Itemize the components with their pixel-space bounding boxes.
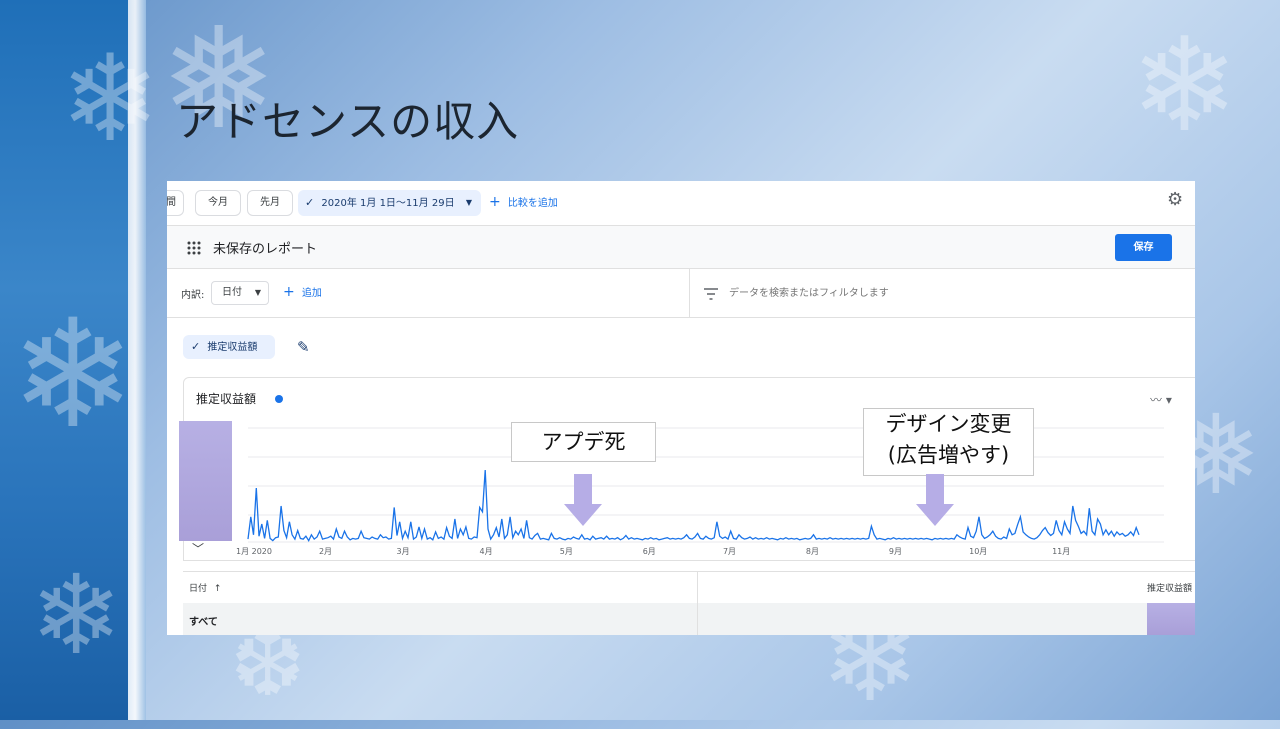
add-compare-button[interactable]: + 比較を追加 bbox=[489, 190, 558, 214]
chart-card: 推定収益額 〰 ▾ 1月 2020 2月 3月 4月 5月 6月 7月 8月 9月 10月 11月 … bbox=[183, 377, 1195, 561]
check-icon: ✓ bbox=[191, 340, 201, 353]
redaction-block-axis bbox=[179, 421, 232, 541]
caret-down-icon: ▼ bbox=[465, 198, 472, 207]
adsense-report-screenshot: 間 今月 先月 ✓ 2020年 1月 1日～11月 29日 ▼ + 比較を追加 … bbox=[167, 181, 1195, 635]
last-month-chip[interactable]: 先月 bbox=[247, 190, 293, 216]
annotation-update-penalty: アプデ死 bbox=[511, 422, 656, 462]
x-tick-label: 4月 bbox=[479, 547, 492, 556]
toolbar-divider bbox=[689, 269, 690, 317]
annotation-design-change: デザイン変更 (広告増やす) bbox=[863, 408, 1034, 476]
table-total-row: すべて bbox=[183, 603, 1195, 635]
x-tick-label: 5月 bbox=[560, 547, 573, 556]
earnings-series-line bbox=[247, 469, 1140, 542]
snowflake-decoration: ❄ bbox=[60, 30, 161, 169]
report-name: 未保存のレポート bbox=[213, 242, 318, 257]
sort-up-arrow-icon: ↑ bbox=[213, 584, 222, 594]
earnings-line-chart: 1月 2020 2月 3月 4月 5月 6月 7月 8月 9月 10月 11月 bbox=[236, 427, 1164, 556]
total-label: すべて bbox=[189, 617, 218, 628]
metric-chip-estimated-earnings[interactable]: ✓ 推定収益額 bbox=[183, 335, 275, 359]
metric-column-header[interactable]: 推定収益額 bbox=[1147, 581, 1192, 594]
snowflake-decoration: ❄ bbox=[10, 288, 136, 462]
down-arrow-icon bbox=[564, 474, 602, 530]
date-column-header[interactable]: 日付 ↑ bbox=[189, 581, 221, 594]
add-dimension-label: 追加 bbox=[301, 288, 322, 299]
x-tick-label: 9月 bbox=[889, 547, 902, 556]
x-tick-label: 2月 bbox=[319, 547, 332, 556]
add-compare-label: 比較を追加 bbox=[507, 198, 558, 209]
down-arrow-icon bbox=[916, 474, 954, 530]
date-header-label: 日付 bbox=[189, 584, 208, 594]
breakdown-bar: 内訳: 日付 ▼ + 追加 bbox=[167, 269, 1195, 318]
slide-title: アドセンスの収入 bbox=[176, 97, 520, 146]
check-icon: ✓ bbox=[305, 196, 315, 209]
redaction-block-total bbox=[1147, 603, 1195, 635]
filter-search-input[interactable] bbox=[727, 281, 1151, 305]
dimension-value: 日付 bbox=[222, 287, 242, 298]
add-dimension-button[interactable]: + 追加 bbox=[283, 281, 322, 303]
caret-down-icon: ▼ bbox=[254, 288, 261, 297]
settings-gear-icon[interactable]: ⚙ bbox=[1167, 189, 1183, 210]
column-divider bbox=[697, 572, 698, 603]
snowflake-decoration: ❄ bbox=[30, 551, 123, 679]
edit-pencil-icon[interactable]: ✎ bbox=[297, 338, 310, 356]
apps-grid-icon[interactable] bbox=[187, 240, 201, 255]
plus-icon: + bbox=[489, 194, 501, 210]
date-range-label: 2020年 1月 1日～11月 29日 bbox=[321, 198, 455, 209]
x-tick-label: 7月 bbox=[723, 547, 736, 556]
save-button[interactable]: 保存 bbox=[1115, 234, 1172, 261]
breakdown-label: 内訳: bbox=[181, 290, 205, 301]
collapse-chevron-icon[interactable]: ﹀ bbox=[192, 540, 204, 557]
filter-icon[interactable] bbox=[704, 285, 718, 300]
snowflake-decoration: ❄ bbox=[1130, 9, 1239, 161]
x-tick-label: 8月 bbox=[806, 547, 819, 556]
date-range-chip[interactable]: ✓ 2020年 1月 1日～11月 29日 ▼ bbox=[298, 190, 481, 216]
report-header: 未保存のレポート 保存 ⋮ bbox=[167, 226, 1195, 269]
annotation-text: (広告増やす) bbox=[887, 443, 1010, 467]
this-month-chip[interactable]: 今月 bbox=[195, 190, 241, 216]
annotation-text: アプデ死 bbox=[541, 430, 626, 454]
date-toolbar: 間 今月 先月 ✓ 2020年 1月 1日～11月 29日 ▼ + 比較を追加 … bbox=[167, 181, 1195, 226]
annotation-text: デザイン変更 bbox=[885, 412, 1012, 436]
metric-chip-label: 推定収益額 bbox=[207, 342, 258, 353]
x-tick-label: 1月 2020 bbox=[236, 547, 272, 556]
column-divider bbox=[697, 603, 698, 635]
x-tick-label: 6月 bbox=[643, 547, 656, 556]
x-tick-label: 11月 bbox=[1052, 547, 1070, 556]
x-tick-label: 3月 bbox=[397, 547, 410, 556]
x-tick-label: 10月 bbox=[969, 547, 987, 556]
plus-icon: + bbox=[283, 284, 295, 300]
dimension-select[interactable]: 日付 ▼ bbox=[211, 281, 269, 305]
more-vert-icon[interactable]: ⋮ bbox=[1189, 236, 1195, 255]
table-header: 日付 ↑ 推定収益額 bbox=[183, 571, 1195, 604]
period-chip-partial[interactable]: 間 bbox=[167, 190, 184, 216]
